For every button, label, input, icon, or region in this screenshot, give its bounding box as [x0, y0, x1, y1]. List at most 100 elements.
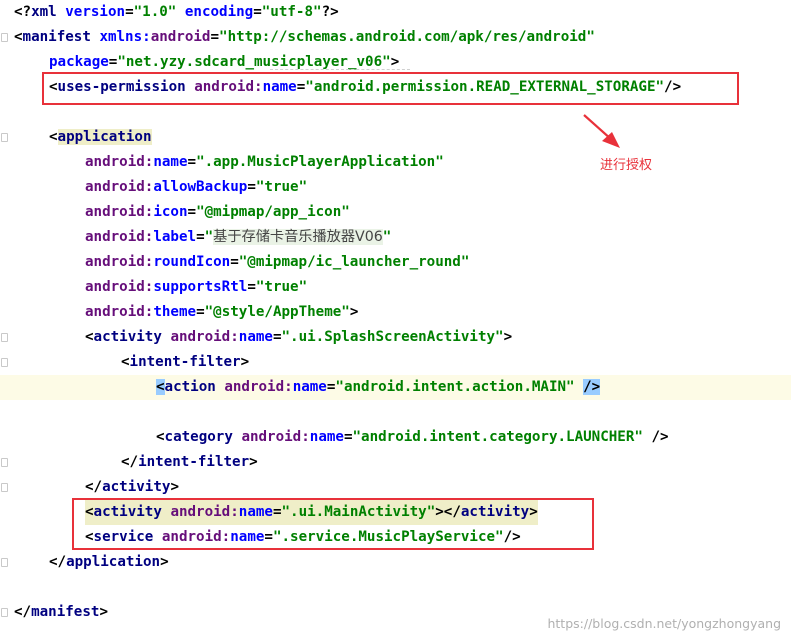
code-line[interactable]: android:roundIcon="@mipmap/ic_launcher_r… — [0, 250, 791, 275]
code-line[interactable]: android:label="基于存储卡音乐播放器V06" — [0, 225, 791, 250]
token: > — [390, 54, 400, 70]
annotation-arrow-icon — [583, 114, 620, 148]
token: > — [99, 604, 108, 620]
token: /> — [583, 379, 601, 395]
code-line[interactable]: <manifest xmlns:android="http://schemas.… — [0, 25, 791, 50]
token: "net.yzy.sdcard_musicplayer_v06" — [117, 54, 391, 70]
code-line[interactable]: </intent-filter> — [0, 450, 791, 475]
token: application — [66, 554, 161, 570]
token: android: — [85, 304, 154, 320]
code-line[interactable]: <category android:name="android.intent.c… — [0, 425, 791, 450]
token: action — [164, 379, 216, 395]
token: </ — [14, 604, 32, 620]
code-line[interactable]: android:name=".app.MusicPlayerApplicatio… — [0, 150, 791, 175]
token: "true" — [255, 279, 308, 295]
code-line[interactable]: <?xml version="1.0" encoding="utf-8"?> — [0, 0, 791, 25]
token: name — [153, 154, 188, 170]
token: icon — [153, 204, 188, 220]
permission-highlight-box — [42, 72, 739, 105]
code-line[interactable]: <activity android:name=".ui.SplashScreen… — [0, 325, 791, 350]
token: </ — [85, 479, 103, 495]
token: package — [49, 54, 109, 70]
token: android: — [85, 204, 154, 220]
token: "utf-8" — [261, 4, 322, 20]
token: "true" — [255, 179, 308, 195]
token: "android.intent.action.MAIN" — [335, 379, 575, 395]
code-line-current[interactable]: <action android:name="android.intent.act… — [0, 375, 791, 400]
token: manifest — [31, 604, 100, 620]
typo-squiggle — [270, 69, 410, 70]
string-resource-fold[interactable]: 基于存储卡音乐播放器V06 — [213, 229, 383, 245]
token: "@style/AppTheme" — [204, 304, 350, 320]
token: "http://schemas.android.com/apk/res/andr… — [219, 29, 595, 45]
token: android: — [85, 179, 154, 195]
token: < — [49, 129, 58, 145]
token: activity — [102, 479, 171, 495]
token: = — [247, 279, 256, 295]
token: intent-filter — [129, 354, 241, 370]
code-line[interactable]: </application> — [0, 550, 791, 575]
token: android: — [85, 279, 154, 295]
code-line[interactable]: <intent-filter> — [0, 350, 791, 375]
token: > — [160, 554, 169, 570]
token: android: — [85, 254, 154, 270]
token: android: — [85, 229, 154, 245]
token: "@mipmap/ic_launcher_round" — [238, 254, 470, 270]
token: android — [150, 29, 211, 45]
token: " — [204, 229, 214, 245]
code-line[interactable]: android:allowBackup="true" — [0, 175, 791, 200]
token: = — [187, 204, 197, 220]
token: allowBackup — [153, 179, 248, 195]
token: application — [57, 129, 152, 145]
token: = — [230, 254, 239, 270]
token: theme — [153, 304, 197, 320]
token: activity — [93, 329, 162, 345]
token: label — [153, 229, 197, 245]
token: xmlns: — [99, 29, 151, 45]
token: < — [121, 354, 130, 370]
token: = — [272, 329, 282, 345]
token: "1.0" — [133, 4, 177, 20]
activity-service-highlight-box — [72, 498, 594, 550]
token: name — [292, 379, 327, 395]
code-line[interactable]: </activity> — [0, 475, 791, 500]
watermark: https://blog.csdn.net/yongzhongyang — [547, 616, 781, 631]
code-line[interactable]: android:icon="@mipmap/app_icon" — [0, 200, 791, 225]
token: <? — [14, 4, 32, 20]
token: encoding — [184, 4, 254, 20]
token: supportsRtl — [153, 279, 248, 295]
token: "android.intent.category.LAUNCHER" — [352, 429, 643, 445]
token: > — [349, 304, 359, 320]
code-line[interactable]: android:theme="@style/AppTheme"> — [0, 300, 791, 325]
token: " — [382, 229, 392, 245]
token: = — [196, 304, 205, 320]
token: android: — [170, 329, 239, 345]
token: ".ui.SplashScreenActivity" — [281, 329, 504, 345]
token: android: — [241, 429, 310, 445]
token: name — [238, 329, 273, 345]
code-line[interactable]: <application — [0, 125, 791, 150]
token: = — [210, 29, 220, 45]
token: = — [196, 229, 205, 245]
code-line[interactable]: android:supportsRtl="true" — [0, 275, 791, 300]
token: intent-filter — [138, 454, 250, 470]
token: ?> — [321, 4, 339, 20]
token: = — [247, 179, 256, 195]
token: android: — [85, 154, 154, 170]
token: category — [164, 429, 233, 445]
token: roundIcon — [153, 254, 231, 270]
token: android: — [224, 379, 293, 395]
token: < — [85, 329, 94, 345]
token: </ — [121, 454, 139, 470]
token: version — [65, 4, 126, 20]
token: < — [156, 429, 165, 445]
token: < — [14, 29, 23, 45]
token: </ — [49, 554, 67, 570]
token: < — [156, 379, 165, 395]
annotation-label: 进行授权 — [600, 158, 653, 173]
token: > — [240, 354, 250, 370]
token: manifest — [22, 29, 91, 45]
token: /> — [651, 429, 669, 445]
token: > — [170, 479, 179, 495]
token: > — [249, 454, 258, 470]
